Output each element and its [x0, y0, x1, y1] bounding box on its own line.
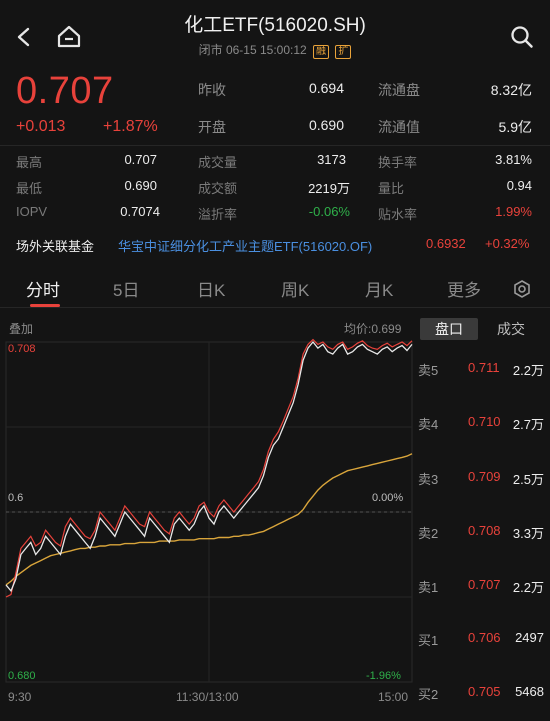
float-value-value: 5.9亿 — [498, 119, 532, 135]
open-value: 0.690 — [308, 117, 344, 133]
related-fund-label: 场外关联基金 — [16, 239, 95, 254]
tab-intraday[interactable]: 分时 — [26, 276, 60, 301]
book-row: 卖4 0.710 2.7万 — [416, 414, 550, 434]
overlay-label[interactable]: 叠加 — [9, 320, 33, 337]
margin-tag: 融 — [313, 45, 330, 59]
prev-close-label: 昨收 — [198, 82, 226, 98]
book-volume: 5468 — [515, 684, 544, 699]
book-price: 0.708 — [468, 523, 501, 538]
turnover-label: 换手率 — [378, 155, 418, 170]
volume-ratio-value: 0.94 — [506, 178, 532, 193]
float-shares-label: 流通盘 — [378, 82, 420, 98]
book-row: 买2 0.705 5468 — [416, 684, 550, 704]
book-volume: 2.5万 — [512, 472, 544, 487]
order-book: 盘口 成交 卖5 0.711 2.2万 卖4 0.710 2.7万 卖3 0.7… — [416, 314, 550, 721]
book-price: 0.706 — [468, 630, 501, 645]
prev-close-value: 0.694 — [308, 80, 344, 96]
book-row: 卖5 0.711 2.2万 — [416, 360, 550, 380]
book-row: 卖1 0.707 2.2万 — [416, 577, 550, 597]
tab-trades[interactable]: 成交 — [482, 318, 540, 340]
volume-ratio-label: 量比 — [378, 181, 405, 196]
discount-value: 1.99% — [495, 204, 532, 219]
amount-value: 2219万 — [308, 181, 350, 196]
top-bar: 化工ETF(516020.SH) 闭市 06-15 15:00:12 融 扩 — [0, 0, 550, 66]
related-fund-row[interactable]: 场外关联基金 华宝中证细分化工产业主题ETF(516020.OF) 0.6932… — [0, 233, 550, 257]
tab-5day[interactable]: 5日 — [113, 276, 139, 301]
pct-axis-mid: 0.00% — [372, 492, 404, 504]
y-axis-top: 0.708 — [8, 343, 36, 355]
high-value: 0.707 — [124, 152, 157, 167]
book-price: 0.707 — [468, 577, 501, 592]
low-label: 最低 — [16, 181, 43, 196]
book-price: 0.710 — [468, 414, 501, 429]
divider — [0, 145, 550, 146]
book-level: 买2 — [418, 687, 439, 702]
book-level: 卖4 — [418, 417, 439, 432]
book-level: 卖5 — [418, 363, 439, 378]
book-price: 0.709 — [468, 469, 501, 484]
y-axis-mid: 0.6 — [8, 492, 24, 504]
tab-active-indicator — [30, 304, 60, 307]
book-volume: 2.2万 — [512, 580, 544, 595]
float-value-label: 流通值 — [378, 119, 420, 135]
premium-label: 溢折率 — [198, 207, 238, 222]
book-price: 0.711 — [468, 360, 500, 375]
book-level: 买1 — [418, 633, 439, 648]
tab-order-book[interactable]: 盘口 — [420, 318, 478, 340]
avg-price-label: 均价:0.699 — [344, 322, 402, 336]
related-fund-price: 0.6932 — [426, 236, 466, 251]
volume-value: 3173 — [317, 152, 346, 167]
book-level: 卖3 — [418, 472, 439, 487]
search-icon[interactable] — [510, 25, 534, 49]
low-value: 0.690 — [124, 178, 157, 193]
y-axis-bottom: 0.680 — [8, 670, 36, 682]
book-price: 0.705 — [468, 684, 501, 699]
book-volume: 2.7万 — [512, 417, 544, 432]
book-level: 卖1 — [418, 580, 439, 595]
float-shares-value: 8.32亿 — [490, 82, 532, 98]
book-volume: 3.3万 — [512, 526, 544, 541]
chart-tabs: 分时 5日 日K 周K 月K 更多 — [0, 268, 550, 308]
intraday-chart-svg — [5, 338, 413, 683]
price-change-pct: +1.87% — [103, 118, 158, 135]
tab-more[interactable]: 更多 — [447, 276, 481, 301]
intraday-chart[interactable]: 叠加 均价:0.699 0.708 0.6 0.00% 0.680 -1.96%… — [0, 314, 416, 721]
volume-label: 成交量 — [198, 155, 238, 170]
tab-weekly-k[interactable]: 周K — [281, 276, 309, 301]
tab-daily-k[interactable]: 日K — [197, 276, 225, 301]
iopv-label: IOPV — [16, 204, 48, 219]
market-status-text: 闭市 06-15 15:00:12 — [198, 43, 307, 57]
book-row: 卖3 0.709 2.5万 — [416, 469, 550, 489]
open-label: 开盘 — [198, 119, 226, 135]
book-volume: 2497 — [515, 630, 544, 645]
pct-axis-bottom: -1.96% — [366, 670, 401, 682]
high-label: 最高 — [16, 155, 43, 170]
iopv-value: 0.7074 — [120, 204, 160, 219]
last-price: 0.707 — [16, 70, 114, 112]
discount-label: 贴水率 — [378, 207, 418, 222]
turnover-value: 3.81% — [495, 152, 532, 167]
market-status: 闭市 06-15 15:00:12 融 扩 — [0, 41, 550, 59]
expand-tag: 扩 — [335, 45, 352, 59]
book-volume: 2.2万 — [512, 363, 544, 378]
price-change: +0.013 — [16, 118, 66, 135]
amount-label: 成交额 — [198, 181, 238, 196]
settings-icon[interactable] — [512, 279, 532, 299]
tab-monthly-k[interactable]: 月K — [365, 276, 393, 301]
page-title: 化工ETF(516020.SH) — [184, 15, 366, 36]
related-fund-name[interactable]: 华宝中证细分化工产业主题ETF(516020.OF) — [118, 236, 372, 255]
x-label-close: 15:00 — [378, 690, 409, 704]
premium-value: -0.06% — [308, 204, 350, 219]
related-fund-pct: +0.32% — [485, 236, 530, 251]
book-row: 卖2 0.708 3.3万 — [416, 523, 550, 543]
book-row: 买1 0.706 2497 — [416, 630, 550, 650]
book-level: 卖2 — [418, 526, 439, 541]
x-label-midday: 11:30/13:00 — [176, 690, 239, 704]
x-label-open: 9:30 — [8, 690, 32, 704]
